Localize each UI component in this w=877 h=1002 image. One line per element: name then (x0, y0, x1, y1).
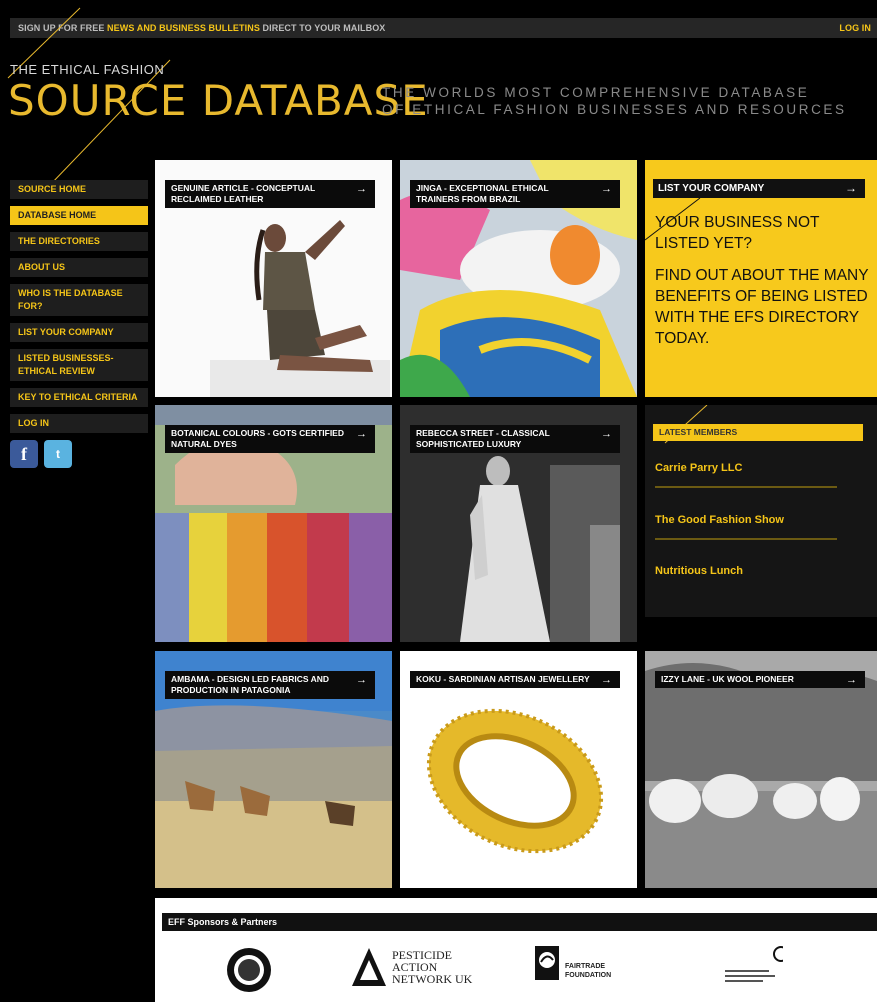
tile-title: GENUINE ARTICLE - CONCEPTUAL RECLAIMED L… (171, 183, 316, 204)
promo-line-2: FIND OUT ABOUT THE MANY BENEFITS OF BEIN… (655, 267, 869, 347)
promo-bar-label: LIST YOUR COMPANY (658, 183, 765, 194)
tile-genuine-article[interactable]: GENUINE ARTICLE - CONCEPTUAL RECLAIMED L… (155, 160, 392, 397)
promo-line-1: YOUR BUSINESS NOT LISTED YET? (655, 214, 820, 252)
top-bar: SIGN UP FOR FREE NEWS AND BUSINESS BULLE… (10, 18, 877, 38)
globe-logo-icon (227, 948, 271, 992)
logo-title[interactable]: SOURCE DATABASE (8, 76, 429, 125)
sustainable-fashion-logo-icon (725, 946, 789, 982)
tile-title: REBECCA STREET - CLASSICAL SOPHISTICATED… (416, 428, 550, 449)
fairtrade-logo-icon (535, 946, 559, 980)
newsletter-signup-link[interactable]: SIGN UP FOR FREE NEWS AND BUSINESS BULLE… (18, 18, 385, 38)
tile-botanical-colours[interactable]: BOTANICAL COLOURS - GOTS CERTIFIED NATUR… (155, 405, 392, 642)
tile-koku[interactable]: KOKU - SARDINIAN ARTISAN JEWELLERY → (400, 651, 637, 888)
sidebar-item-list-company[interactable]: LIST YOUR COMPANY (10, 323, 148, 342)
tile-caption: KOKU - SARDINIAN ARTISAN JEWELLERY → (410, 671, 620, 688)
tile-izzy-lane[interactable]: IZZY LANE - UK WOOL PIONEER → (645, 651, 877, 888)
arrow-right-icon: → (845, 181, 857, 195)
tile-title: AMBAMA - DESIGN LED FABRICS AND PRODUCTI… (171, 674, 330, 695)
sponsor-logo-globe[interactable] (225, 946, 273, 999)
pan-line-3: NETWORK UK (392, 972, 473, 986)
tile-rebecca-street[interactable]: REBECCA STREET - CLASSICAL SOPHISTICATED… (400, 405, 637, 642)
promo-bar[interactable]: LIST YOUR COMPANY → (653, 179, 865, 198)
sidebar-item-ethical-criteria[interactable]: KEY TO ETHICAL CRITERIA (10, 388, 148, 407)
sponsor-centre-sustainable-fashion[interactable] (723, 946, 789, 995)
tile-title: BOTANICAL COLOURS - GOTS CERTIFIED NATUR… (171, 428, 344, 449)
tile-caption: GENUINE ARTICLE - CONCEPTUAL RECLAIMED L… (165, 180, 375, 208)
tile-title: IZZY LANE - UK WOOL PIONEER (661, 674, 794, 684)
sponsors-heading: EFF Sponsors & Partners (162, 913, 877, 931)
tile-title: JINGA - EXCEPTIONAL ETHICAL TRAINERS FRO… (416, 183, 549, 204)
fairtrade-line-1: FAIRTRADE (565, 963, 606, 970)
latest-members-panel: LATEST MEMBERS Carrie Parry LLC The Good… (645, 405, 877, 617)
fairtrade-line-2: FOUNDATION (565, 972, 612, 979)
tile-ambama[interactable]: AMBAMA - DESIGN LED FABRICS AND PRODUCTI… (155, 651, 392, 888)
sidebar-item-source-home[interactable]: SOURCE HOME (10, 180, 148, 199)
social-links: f t (10, 440, 148, 468)
promo-list-company[interactable]: LIST YOUR COMPANY → YOUR BUSINESS NOT LIS… (645, 160, 877, 397)
pesticide-action-network-logo-icon (352, 948, 386, 986)
arrow-right-icon: → (356, 428, 367, 440)
tile-caption: AMBAMA - DESIGN LED FABRICS AND PRODUCTI… (165, 671, 375, 699)
tile-title: KOKU - SARDINIAN ARTISAN JEWELLERY (416, 674, 590, 684)
latest-members-heading: LATEST MEMBERS (653, 424, 863, 441)
tile-caption: JINGA - EXCEPTIONAL ETHICAL TRAINERS FRO… (410, 180, 620, 208)
tagline-line-2: OF ETHICAL FASHION BUSINESSES AND RESOUR… (382, 102, 847, 117)
arrow-right-icon: → (846, 674, 857, 686)
sidebar-item-login[interactable]: LOG IN (10, 414, 148, 433)
site-tagline: THE WORLDS MOST COMPREHENSIVE DATABASE O… (382, 84, 847, 118)
sidebar-item-ethical-review[interactable]: LISTED BUSINESSES- ETHICAL REVIEW (10, 349, 148, 381)
sidebar-item-about-us[interactable]: ABOUT US (10, 258, 148, 277)
arrow-right-icon: → (601, 183, 612, 195)
sidebar-item-who-is-it-for[interactable]: WHO IS THE DATABASE FOR? (10, 284, 148, 316)
latest-member-item[interactable]: The Good Fashion Show (655, 514, 837, 540)
tile-jinga[interactable]: JINGA - EXCEPTIONAL ETHICAL TRAINERS FRO… (400, 160, 637, 397)
sponsor-pesticide-action-network[interactable]: PESTICIDE ACTION NETWORK UK (350, 946, 472, 988)
promo-text: YOUR BUSINESS NOT LISTED YET? FIND OUT A… (655, 212, 877, 360)
signup-highlight: NEWS AND BUSINESS BULLETINS (107, 23, 260, 33)
sidebar-item-database-home[interactable]: DATABASE HOME (10, 206, 148, 225)
arrow-right-icon: → (356, 674, 367, 686)
tile-caption: REBECCA STREET - CLASSICAL SOPHISTICATED… (410, 425, 620, 453)
logo-subtitle: THE ETHICAL FASHION (10, 62, 165, 77)
tile-caption: BOTANICAL COLOURS - GOTS CERTIFIED NATUR… (165, 425, 375, 453)
signup-prefix: SIGN UP FOR FREE (18, 23, 108, 33)
latest-member-item[interactable]: Nutritious Lunch (655, 565, 837, 589)
signup-suffix: DIRECT TO YOUR MAILBOX (259, 23, 386, 33)
sidebar-item-directories[interactable]: THE DIRECTORIES (10, 232, 148, 251)
facebook-icon[interactable]: f (10, 440, 38, 468)
sponsor-fairtrade[interactable]: FAIRTRADE FOUNDATION (535, 946, 611, 980)
tile-caption: IZZY LANE - UK WOOL PIONEER → (655, 671, 865, 688)
twitter-icon[interactable]: t (44, 440, 72, 468)
arrow-right-icon: → (601, 428, 612, 440)
sponsors-section: EFF Sponsors & Partners PESTICIDE ACTION… (155, 898, 877, 1002)
tagline-line-1: THE WORLDS MOST COMPREHENSIVE DATABASE (382, 85, 810, 100)
top-login-link[interactable]: LOG IN (839, 18, 871, 38)
arrow-right-icon: → (356, 183, 367, 195)
latest-member-item[interactable]: Carrie Parry LLC (655, 462, 837, 488)
sidebar-nav: SOURCE HOME DATABASE HOME THE DIRECTORIE… (10, 180, 148, 468)
arrow-right-icon: → (601, 674, 612, 686)
